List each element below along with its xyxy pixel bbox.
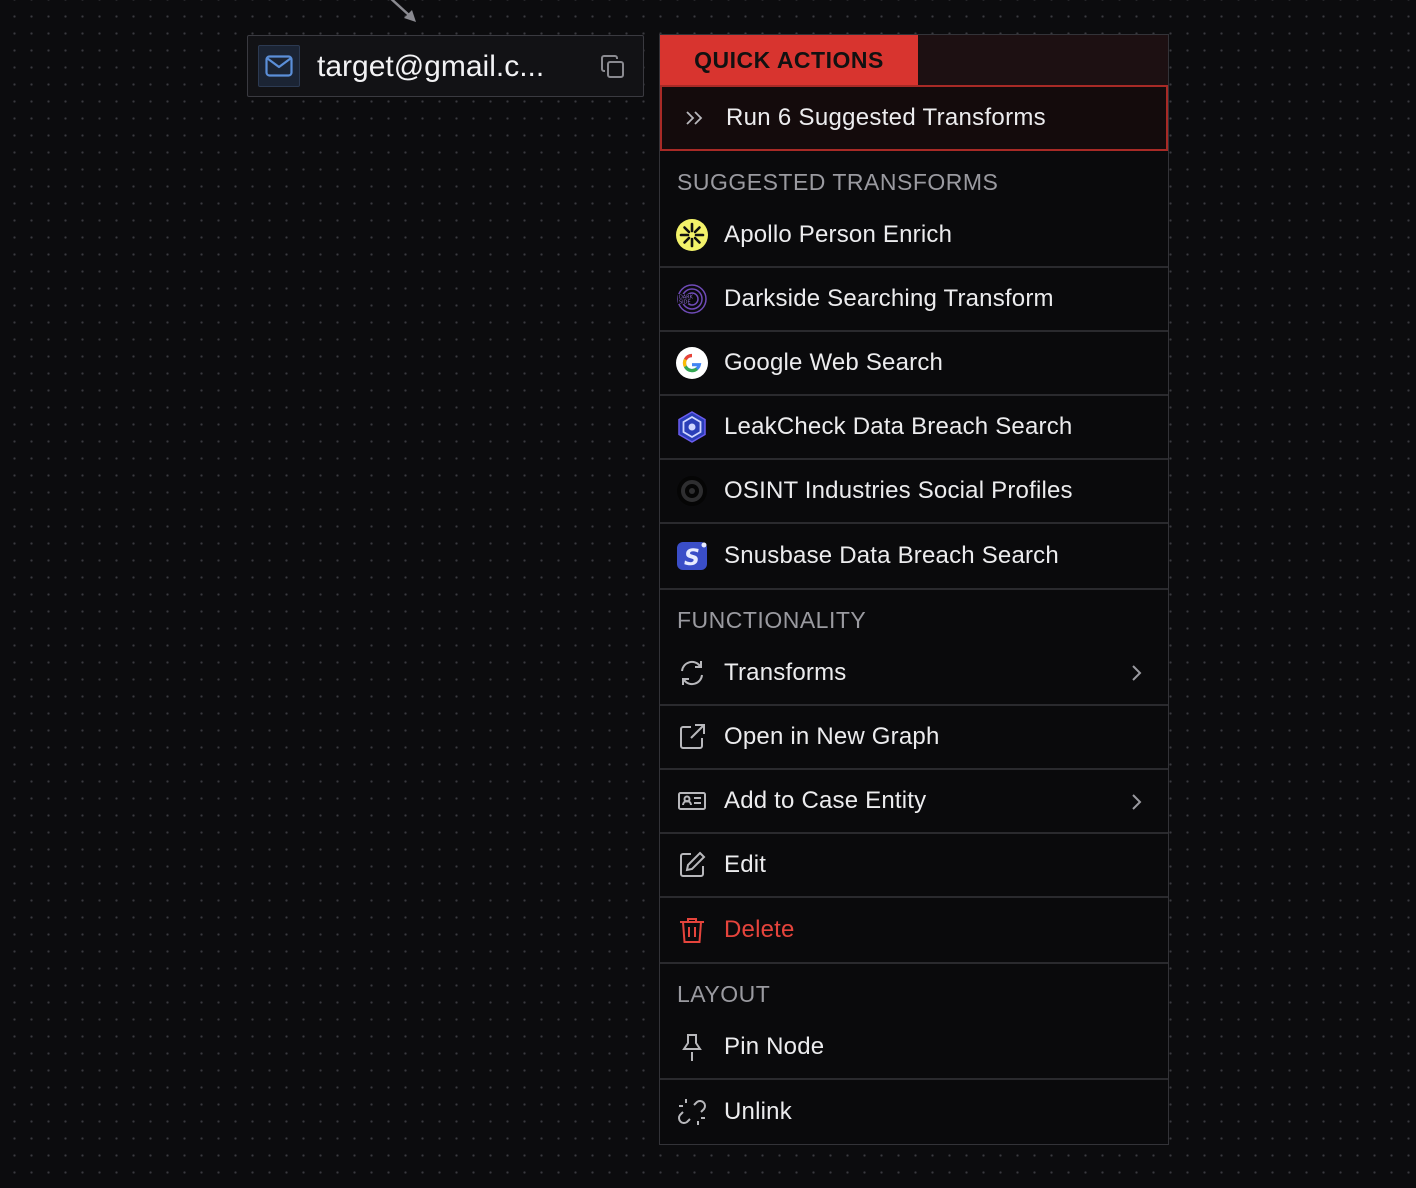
section-divider [660, 962, 1168, 964]
copy-icon[interactable] [600, 54, 626, 80]
transform-item-label: OSINT Industries Social Profiles [724, 477, 1073, 504]
menu-item-label: Delete [724, 916, 795, 943]
darkside-icon: DARK SIDE [675, 282, 709, 316]
google-icon [675, 346, 709, 380]
transform-item-osint-industries[interactable]: OSINT Industries Social Profiles [660, 458, 1168, 522]
edge-arrow [390, 0, 416, 22]
edit-icon [675, 848, 709, 882]
run-suggested-label: Run 6 Suggested Transforms [726, 104, 1046, 131]
menu-item-label: Unlink [724, 1098, 792, 1125]
menu-item-label: Add to Case Entity [724, 787, 927, 814]
unlink-icon [675, 1095, 709, 1129]
menu-item-pin-node[interactable]: Pin Node [660, 1015, 1168, 1079]
transform-item-label: Darkside Searching Transform [724, 285, 1054, 312]
quick-actions-header: QUICK ACTIONS [660, 35, 1168, 85]
menu-item-label: Pin Node [724, 1033, 825, 1060]
menu-item-unlink[interactable]: Unlink [660, 1078, 1168, 1144]
menu-item-open-in-new-graph[interactable]: Open in New Graph [660, 704, 1168, 768]
transform-item-label: Apollo Person Enrich [724, 221, 953, 248]
transform-item-google[interactable]: Google Web Search [660, 330, 1168, 394]
refresh-icon [675, 656, 709, 690]
quick-actions-tab[interactable]: QUICK ACTIONS [660, 35, 918, 85]
transform-item-darkside[interactable]: DARK SIDE Darkside Searching Transform [660, 266, 1168, 330]
external-link-icon [675, 720, 709, 754]
menu-item-label: Edit [724, 851, 767, 878]
svg-text:SIDE: SIDE [679, 300, 691, 306]
transform-item-snusbase[interactable]: S Snusbase Data Breach Search [660, 522, 1168, 588]
context-menu: QUICK ACTIONS Run 6 Suggested Transforms… [659, 34, 1169, 1145]
transform-item-leakcheck[interactable]: LeakCheck Data Breach Search [660, 394, 1168, 458]
suggested-transforms-heading: SUGGESTED TRANSFORMS [677, 169, 999, 195]
mail-icon [258, 45, 300, 87]
menu-item-label: Open in New Graph [724, 723, 940, 750]
section-divider [660, 588, 1168, 590]
menu-item-edit[interactable]: Edit [660, 832, 1168, 896]
osint-industries-icon [675, 474, 709, 508]
svg-text:S: S [684, 546, 700, 571]
email-entity-node[interactable]: target@gmail.c... [247, 35, 644, 97]
apollo-icon [675, 218, 709, 252]
menu-item-add-to-case-entity[interactable]: Add to Case Entity [660, 768, 1168, 832]
pin-icon [675, 1030, 709, 1064]
menu-item-label: Transforms [724, 659, 847, 686]
transform-item-apollo[interactable]: Apollo Person Enrich [660, 203, 1168, 267]
double-chevron-right-icon [686, 111, 703, 125]
snusbase-icon: S [675, 539, 709, 573]
trash-icon [675, 913, 709, 947]
run-suggested-transforms-button[interactable]: Run 6 Suggested Transforms [660, 85, 1168, 151]
transform-item-label: LeakCheck Data Breach Search [724, 413, 1073, 440]
layout-heading: LAYOUT [677, 981, 771, 1007]
node-label: target@gmail.c... [317, 50, 545, 83]
transform-item-label: Snusbase Data Breach Search [724, 542, 1059, 569]
functionality-heading: FUNCTIONALITY [677, 607, 867, 633]
chevron-right-icon [1132, 794, 1142, 810]
leakcheck-icon [675, 410, 709, 444]
menu-item-transforms[interactable]: Transforms [660, 641, 1168, 705]
id-card-icon [675, 784, 709, 818]
chevron-right-icon [1132, 665, 1142, 681]
transform-item-label: Google Web Search [724, 349, 944, 376]
menu-item-delete[interactable]: Delete [660, 896, 1168, 962]
